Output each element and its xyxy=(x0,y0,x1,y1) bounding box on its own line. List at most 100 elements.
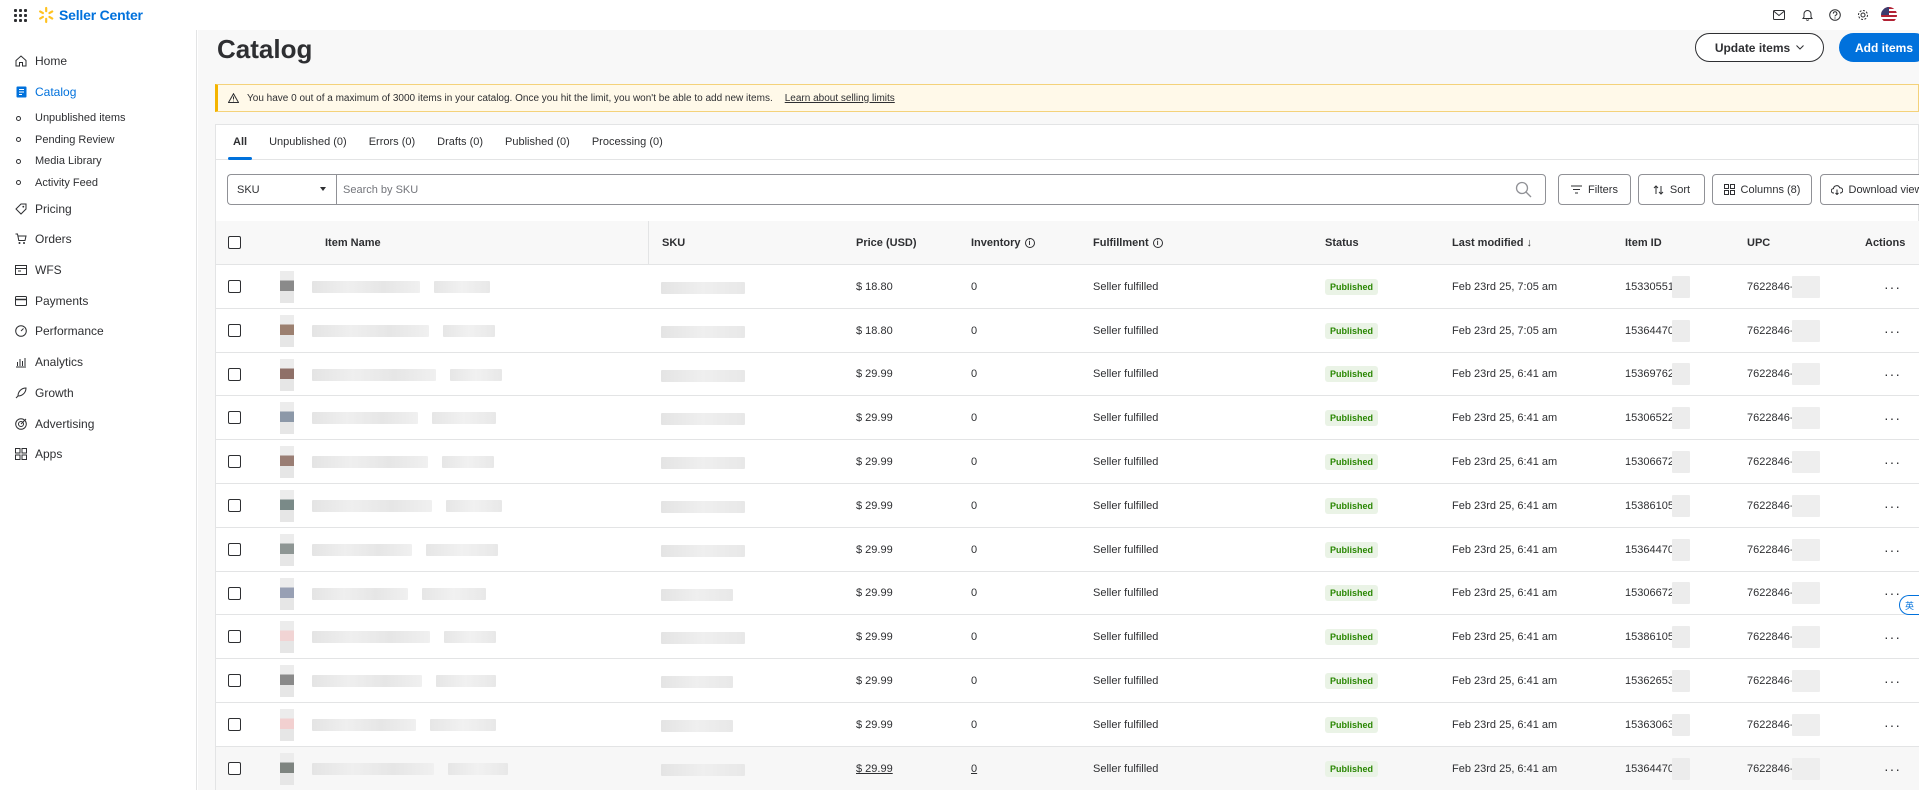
item-name-redacted[interactable] xyxy=(312,675,422,688)
sidebar-item-advertising[interactable]: Advertising xyxy=(0,408,196,439)
table-row[interactable]: $ 29.99 0 Seller fulfilled Published Feb… xyxy=(216,615,1919,660)
more-options-icon[interactable]: ··· xyxy=(1884,410,1901,426)
info-icon[interactable]: i xyxy=(1152,238,1163,248)
col-sku[interactable]: SKU xyxy=(662,221,685,265)
inventory-cell[interactable]: 0 xyxy=(971,747,977,790)
translate-float-button[interactable]: 英 xyxy=(1899,595,1919,615)
sidebar-item-home[interactable]: Home xyxy=(0,46,196,77)
more-options-icon[interactable]: ··· xyxy=(1884,761,1901,777)
row-actions-menu[interactable]: ··· xyxy=(1884,440,1901,484)
row-checkbox[interactable] xyxy=(228,718,241,731)
product-thumbnail[interactable] xyxy=(280,533,294,566)
col-status[interactable]: Status xyxy=(1325,221,1359,265)
row-checkbox[interactable] xyxy=(228,586,241,600)
search-input[interactable] xyxy=(336,174,1546,205)
product-thumbnail[interactable] xyxy=(280,314,294,347)
tab-processing[interactable]: Processing (0) xyxy=(587,124,668,159)
sidebar-sub-activity-feed[interactable]: Activity Feed xyxy=(0,172,196,194)
item-name-redacted[interactable] xyxy=(312,587,408,600)
row-actions-menu[interactable]: ··· xyxy=(1884,747,1901,790)
col-item-id[interactable]: Item ID xyxy=(1625,221,1662,265)
sort-button[interactable]: Sort xyxy=(1638,174,1705,205)
row-actions-menu[interactable]: ··· xyxy=(1884,396,1901,440)
brand-name[interactable]: Seller Center xyxy=(59,7,143,23)
product-thumbnail[interactable] xyxy=(280,271,294,303)
row-checkbox[interactable] xyxy=(228,674,241,688)
sidebar-sub-pending-review[interactable]: Pending Review xyxy=(0,129,196,151)
col-fulfillment[interactable]: Fulfillment i xyxy=(1093,221,1163,265)
filters-button[interactable]: Filters xyxy=(1558,174,1631,205)
table-row[interactable]: $ 29.99 0 Seller fulfilled Published Feb… xyxy=(216,484,1919,528)
product-thumbnail[interactable] xyxy=(280,665,294,698)
col-inventory[interactable]: Inventory i xyxy=(971,221,1035,265)
info-icon[interactable]: i xyxy=(1024,238,1035,248)
item-name-redacted[interactable] xyxy=(312,412,418,425)
row-checkbox[interactable] xyxy=(228,323,241,337)
row-checkbox[interactable] xyxy=(228,367,241,381)
sidebar-item-catalog[interactable]: Catalog xyxy=(0,77,196,108)
item-name-redacted[interactable] xyxy=(312,368,436,381)
row-actions-menu[interactable]: ··· xyxy=(1884,615,1901,659)
row-checkbox[interactable] xyxy=(228,630,241,644)
row-actions-menu[interactable]: ··· xyxy=(1884,659,1901,703)
table-row[interactable]: $ 29.99 0 Seller fulfilled Published Feb… xyxy=(216,352,1919,397)
row-actions-menu[interactable]: ··· xyxy=(1884,484,1901,528)
table-row[interactable]: $ 29.99 0 Seller fulfilled Published Feb… xyxy=(216,527,1919,572)
col-item-name[interactable]: Item Name xyxy=(325,221,381,265)
product-thumbnail[interactable] xyxy=(280,402,294,435)
us-flag-icon[interactable] xyxy=(1881,7,1897,23)
row-actions-menu[interactable]: ··· xyxy=(1884,353,1901,397)
row-checkbox[interactable] xyxy=(228,542,241,556)
col-price[interactable]: Price (USD) xyxy=(856,221,917,265)
row-actions-menu[interactable]: ··· xyxy=(1884,309,1901,353)
product-thumbnail[interactable] xyxy=(280,490,294,522)
more-options-icon[interactable]: ··· xyxy=(1884,542,1901,558)
update-items-button[interactable]: Update items xyxy=(1695,33,1824,62)
item-name-redacted[interactable] xyxy=(312,719,416,731)
product-thumbnail[interactable] xyxy=(280,358,294,391)
more-options-icon[interactable]: ··· xyxy=(1884,279,1901,295)
row-checkbox[interactable] xyxy=(228,455,241,469)
mail-icon[interactable] xyxy=(1765,1,1793,29)
col-last-modified[interactable]: Last modified ↓ xyxy=(1452,221,1532,265)
more-options-icon[interactable]: ··· xyxy=(1884,454,1901,470)
gear-icon[interactable] xyxy=(1849,1,1877,29)
sidebar-item-pricing[interactable]: Pricing xyxy=(0,193,196,224)
select-all-checkbox[interactable] xyxy=(228,236,241,249)
item-name-redacted[interactable] xyxy=(312,543,412,556)
selling-limits-link[interactable]: Learn about selling limits xyxy=(785,93,895,104)
columns-button[interactable]: Columns (8) xyxy=(1712,174,1812,205)
download-view-button[interactable]: Download view xyxy=(1820,174,1919,205)
more-options-icon[interactable]: ··· xyxy=(1884,629,1901,645)
tab-published[interactable]: Published (0) xyxy=(500,124,575,159)
sidebar-item-analytics[interactable]: Analytics xyxy=(0,347,196,378)
sidebar-sub-media-library[interactable]: Media Library xyxy=(0,150,196,172)
sidebar-item-payments[interactable]: Payments xyxy=(0,285,196,316)
table-row[interactable]: $ 29.99 0 Seller fulfilled Published Feb… xyxy=(216,571,1919,616)
product-thumbnail[interactable] xyxy=(280,752,294,785)
row-actions-menu[interactable]: ··· xyxy=(1884,572,1901,616)
sidebar-sub-unpublished-items[interactable]: Unpublished items xyxy=(0,107,196,129)
table-row[interactable]: $ 29.99 0 Seller fulfilled Published Feb… xyxy=(216,440,1919,484)
table-row[interactable]: $ 29.99 0 Seller fulfilled Published Feb… xyxy=(216,703,1919,747)
bell-icon[interactable] xyxy=(1793,1,1821,29)
price-cell[interactable]: $ 29.99 xyxy=(856,747,893,790)
product-thumbnail[interactable] xyxy=(280,709,294,741)
more-options-icon[interactable]: ··· xyxy=(1884,366,1901,382)
sidebar-item-growth[interactable]: Growth xyxy=(0,378,196,409)
item-name-redacted[interactable] xyxy=(312,631,430,644)
sidebar-item-performance[interactable]: Performance xyxy=(0,316,196,347)
item-name-redacted[interactable] xyxy=(312,762,434,775)
sidebar-item-apps[interactable]: Apps xyxy=(0,439,196,470)
table-row[interactable]: $ 29.99 0 Seller fulfilled Published Feb… xyxy=(216,396,1919,441)
tab-drafts[interactable]: Drafts (0) xyxy=(432,124,488,159)
more-options-icon[interactable]: ··· xyxy=(1884,585,1901,601)
more-options-icon[interactable]: ··· xyxy=(1884,498,1901,514)
sidebar-item-wfs[interactable]: WFS xyxy=(0,255,196,286)
row-checkbox[interactable] xyxy=(228,411,241,425)
product-thumbnail[interactable] xyxy=(280,621,294,654)
tab-unpublished[interactable]: Unpublished (0) xyxy=(264,124,352,159)
more-options-icon[interactable]: ··· xyxy=(1884,673,1901,689)
table-row[interactable]: $ 18.80 0 Seller fulfilled Published Feb… xyxy=(216,265,1919,309)
column-divider[interactable] xyxy=(648,221,649,265)
